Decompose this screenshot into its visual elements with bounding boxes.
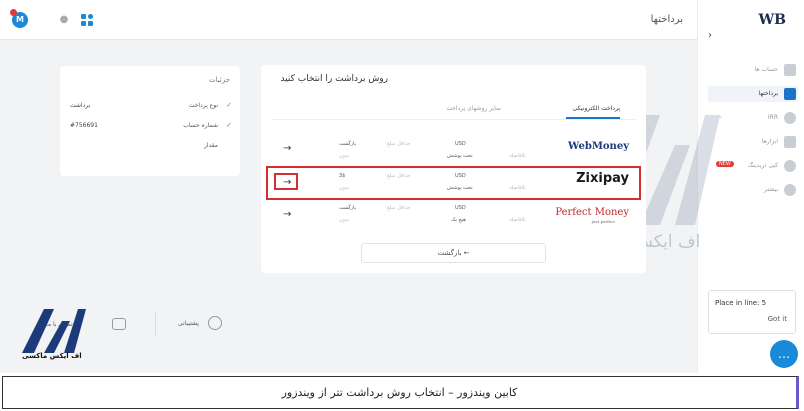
page-title: برداختها: [650, 14, 683, 25]
active-tab-indicator: [566, 117, 620, 119]
copy-icon: [784, 160, 796, 172]
dot-icon: [784, 184, 796, 196]
tabs-divider: [271, 119, 636, 120]
method-row-perfect-money[interactable]: → بازگشت بدون حداقل مبلغ USD هیچ یک بلاف…: [269, 201, 639, 231]
check-icon: ✓: [226, 121, 232, 129]
logo: WB: [758, 12, 786, 28]
apps-icon[interactable]: [80, 12, 96, 28]
fxmaxi-logo: [22, 309, 86, 353]
highlight-arrow: [274, 173, 298, 190]
arrow-right-icon[interactable]: →: [283, 210, 291, 220]
wallet-icon: [784, 88, 796, 100]
grid-icon: [784, 136, 796, 148]
home-icon: [784, 64, 796, 76]
check-icon: ✓: [226, 101, 232, 109]
notification-dot: [10, 9, 17, 16]
detail-row: مقدار: [204, 142, 218, 149]
sidebar-item-payments[interactable]: برداختها: [708, 86, 798, 102]
app-window: M ● برداختها WB › حساب ها برداختها IRR ⌄ …: [0, 0, 804, 373]
caption: کابین ویندزور – انتخاب روش برداشت تتر از…: [2, 376, 799, 409]
back-button[interactable]: ← بازگشت: [361, 243, 546, 263]
sidebar-item-accounts[interactable]: حساب ها: [708, 62, 798, 78]
highlight-zixipay-row: [266, 166, 641, 200]
perfect-money-logo: Perfect Money just perfect: [555, 207, 629, 224]
fxmaxi-logo-text: اف ایکس ماکسی: [22, 352, 82, 360]
detail-row: ✓ شماره حساب #756691: [70, 121, 232, 129]
support-link[interactable]: پشتیبانی: [178, 320, 199, 327]
queue-popup: Place in line: 5 Got it: [708, 290, 796, 334]
method-row-webmoney[interactable]: → بازگشت بدون حداقل مبلغ USD تحت پوشش بل…: [269, 135, 639, 165]
bell-icon[interactable]: ●: [56, 12, 72, 28]
details-card: جزئیات ✓ نوع پرداخت برداشت ✓ شماره حساب #756…: [60, 66, 240, 176]
tab-electronic[interactable]: پرداخت الکترونیکی: [573, 105, 620, 112]
tab-other-methods[interactable]: سایر روشهای پرداخت: [446, 105, 501, 112]
globe-icon: [784, 112, 796, 124]
chat-icon[interactable]: …: [770, 340, 798, 368]
support-icon[interactable]: [208, 316, 222, 330]
methods-title: روش برداشت را انتخاب کنید: [280, 74, 388, 84]
got-it-button[interactable]: Got it: [768, 315, 787, 323]
avatar[interactable]: M: [10, 9, 28, 28]
divider: [155, 312, 156, 336]
collapse-chevron-icon[interactable]: ›: [708, 30, 712, 41]
detail-row: ✓ نوع پرداخت برداشت: [70, 101, 232, 109]
arrow-right-icon[interactable]: →: [283, 144, 291, 154]
top-bar: M ● برداختها: [0, 0, 697, 40]
details-title: جزئیات: [209, 76, 230, 84]
contact-icon[interactable]: [112, 318, 126, 330]
webmoney-logo: WebMoney: [568, 141, 629, 152]
